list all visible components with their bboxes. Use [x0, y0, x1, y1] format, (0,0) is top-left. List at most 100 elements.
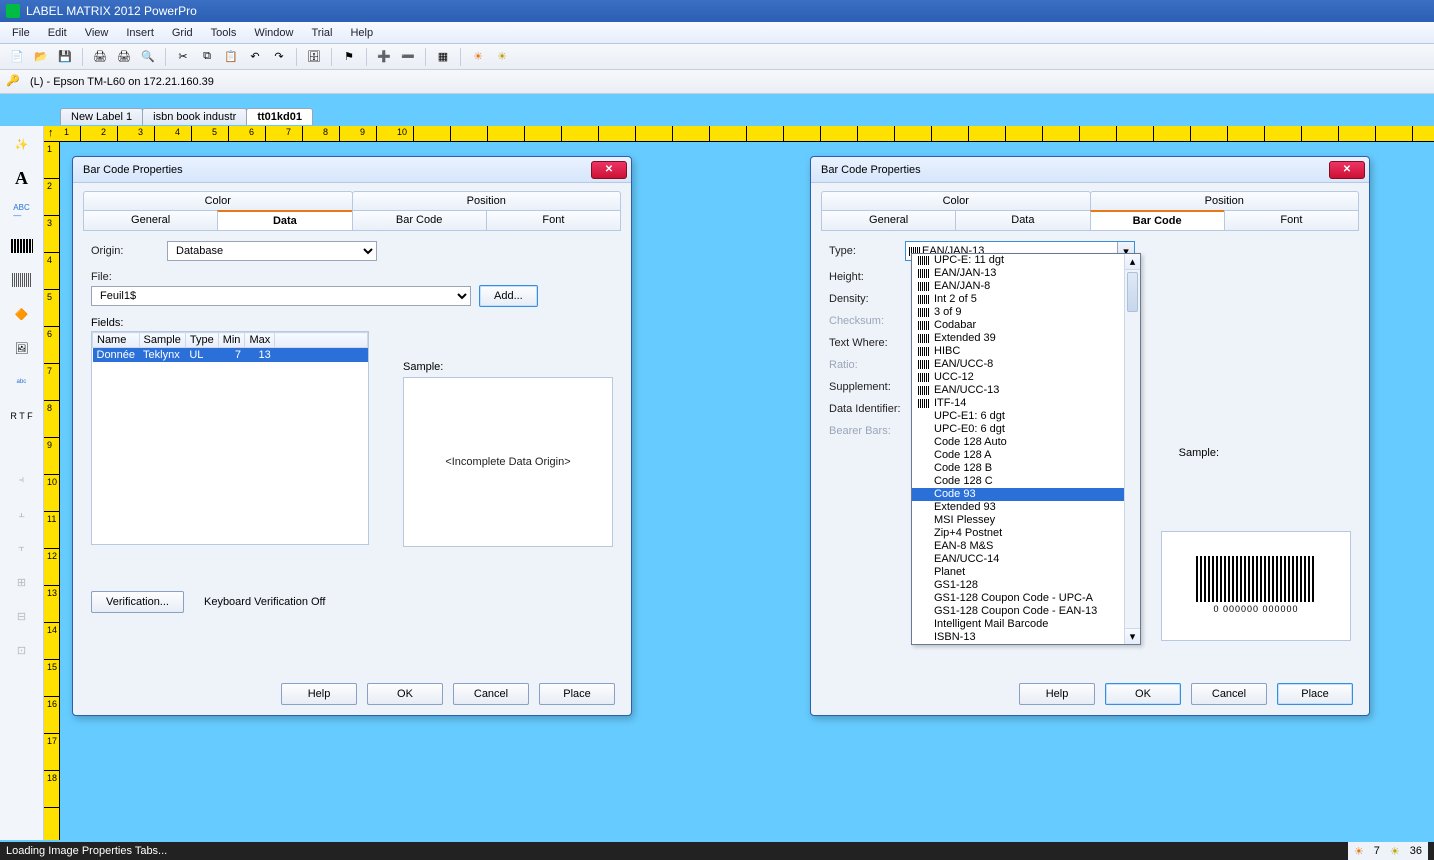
cancel-button[interactable]: Cancel	[453, 683, 529, 705]
dropdown-item[interactable]: GS1-128 Coupon Code - EAN-13	[912, 605, 1140, 618]
scroll-thumb[interactable]	[1127, 272, 1138, 312]
scroll-up-icon[interactable]: ▴	[1125, 254, 1140, 270]
tab-barcode[interactable]: Bar Code	[352, 210, 487, 231]
col-max[interactable]: Max	[245, 333, 275, 348]
close-button[interactable]: ✕	[1329, 161, 1365, 179]
dialog-titlebar[interactable]: Bar Code Properties ✕	[811, 157, 1369, 183]
cut-icon[interactable]: ✂	[172, 47, 194, 67]
dropdown-item[interactable]: Extended 93	[912, 501, 1140, 514]
dropdown-item[interactable]: EAN/JAN-13	[912, 267, 1140, 280]
sun-yellow-icon[interactable]: ☀	[491, 47, 513, 67]
dropdown-item[interactable]: EAN/JAN-8	[912, 280, 1140, 293]
menu-file[interactable]: File	[4, 25, 38, 41]
col-type[interactable]: Type	[185, 333, 218, 348]
ok-button[interactable]: OK	[1105, 683, 1181, 705]
scrollbar[interactable]: ▴ ▾	[1124, 254, 1140, 644]
dropdown-item[interactable]: Int 2 of 5	[912, 293, 1140, 306]
dialog-titlebar[interactable]: Bar Code Properties ✕	[73, 157, 631, 183]
dropdown-item[interactable]: 3 of 9	[912, 306, 1140, 319]
print-icon[interactable]: 🖨	[89, 47, 111, 67]
menu-help[interactable]: Help	[342, 25, 381, 41]
text-tool-icon[interactable]: A	[7, 166, 37, 190]
place-button[interactable]: Place	[1277, 683, 1353, 705]
fields-grid[interactable]: Name Sample Type Min Max Donnée Teklynx …	[91, 331, 369, 545]
dropdown-item[interactable]: UPC-E1: 6 dgt	[912, 410, 1140, 423]
menu-insert[interactable]: Insert	[118, 25, 162, 41]
print-preview-icon[interactable]: 🔍	[137, 47, 159, 67]
col-min[interactable]: Min	[218, 333, 245, 348]
paste-icon[interactable]: 📋	[220, 47, 242, 67]
tab-barcode[interactable]: Bar Code	[1090, 210, 1225, 231]
dropdown-item[interactable]: Extended 39	[912, 332, 1140, 345]
redo-icon[interactable]: ↷	[268, 47, 290, 67]
tab-position[interactable]: Position	[352, 191, 622, 210]
database-icon[interactable]: 🗄	[303, 47, 325, 67]
barcode-tool-icon[interactable]	[7, 234, 37, 258]
ok-button[interactable]: OK	[367, 683, 443, 705]
richtext-tool-icon[interactable]: ᵃᵇᶜ	[7, 370, 37, 394]
dropdown-item[interactable]: Code 93	[912, 488, 1140, 501]
tab-data[interactable]: Data	[955, 210, 1090, 231]
col-sample[interactable]: Sample	[139, 333, 185, 348]
copy-icon[interactable]: ⧉	[196, 47, 218, 67]
dropdown-item[interactable]: Intelligent Mail Barcode	[912, 618, 1140, 631]
dropdown-item[interactable]: Zip+4 Postnet	[912, 527, 1140, 540]
key-icon[interactable]: 🔑	[6, 74, 22, 90]
tab-font[interactable]: Font	[1224, 210, 1359, 231]
tab-position[interactable]: Position	[1090, 191, 1360, 210]
menu-edit[interactable]: Edit	[40, 25, 75, 41]
dropdown-item[interactable]: EAN/UCC-8	[912, 358, 1140, 371]
dropdown-item[interactable]: EAN/UCC-14	[912, 553, 1140, 566]
tab-data[interactable]: Data	[217, 210, 352, 231]
doc-tab-3[interactable]: tt01kd01	[246, 108, 313, 125]
grid-icon[interactable]: ▦	[432, 47, 454, 67]
dropdown-item[interactable]: ISBN-13	[912, 631, 1140, 644]
dropdown-item[interactable]: GS1-128	[912, 579, 1140, 592]
dropdown-item[interactable]: UCC-12	[912, 371, 1140, 384]
wizard-icon[interactable]: ✨	[7, 132, 37, 156]
dropdown-item[interactable]: HIBC	[912, 345, 1140, 358]
dropdown-item[interactable]: MSI Plessey	[912, 514, 1140, 527]
zoom-out-icon[interactable]: ➖	[397, 47, 419, 67]
barcode2d-tool-icon[interactable]	[7, 268, 37, 292]
undo-icon[interactable]: ↶	[244, 47, 266, 67]
tab-font[interactable]: Font	[486, 210, 621, 231]
menu-view[interactable]: View	[77, 25, 117, 41]
dropdown-item[interactable]: Code 128 B	[912, 462, 1140, 475]
shape-tool-icon[interactable]: 🔶	[7, 302, 37, 326]
type-dropdown-list[interactable]: UPC-E: 11 dgtEAN/JAN-13EAN/JAN-8Int 2 of…	[911, 253, 1141, 645]
print-batch-icon[interactable]: 🖨	[113, 47, 135, 67]
tab-general[interactable]: General	[821, 210, 956, 231]
close-button[interactable]: ✕	[591, 161, 627, 179]
dropdown-item[interactable]: Code 128 Auto	[912, 436, 1140, 449]
dropdown-item[interactable]: Code 128 C	[912, 475, 1140, 488]
menu-trial[interactable]: Trial	[303, 25, 340, 41]
zoom-in-icon[interactable]: ➕	[373, 47, 395, 67]
tab-general[interactable]: General	[83, 210, 218, 231]
place-button[interactable]: Place	[539, 683, 615, 705]
origin-select[interactable]: Database	[167, 241, 377, 261]
scroll-down-icon[interactable]: ▾	[1125, 628, 1140, 644]
verification-button[interactable]: Verification...	[91, 591, 184, 613]
dropdown-item[interactable]: UPC-E0: 6 dgt	[912, 423, 1140, 436]
doc-tab-2[interactable]: isbn book industr	[142, 108, 247, 125]
flag-icon[interactable]: ⚑	[338, 47, 360, 67]
dropdown-item[interactable]: Planet	[912, 566, 1140, 579]
paragraph-tool-icon[interactable]: ABC—	[7, 200, 37, 224]
dropdown-item[interactable]: Codabar	[912, 319, 1140, 332]
dropdown-item[interactable]: EAN/UCC-13	[912, 384, 1140, 397]
tab-color[interactable]: Color	[821, 191, 1091, 210]
help-button[interactable]: Help	[281, 683, 357, 705]
table-row[interactable]: Donnée Teklynx UL 7 13	[93, 348, 368, 363]
dropdown-item[interactable]: EAN-8 M&S	[912, 540, 1140, 553]
new-icon[interactable]: 📄	[6, 47, 28, 67]
dropdown-item[interactable]: GS1-128 Coupon Code - UPC-A	[912, 592, 1140, 605]
menu-window[interactable]: Window	[246, 25, 301, 41]
dropdown-item[interactable]: ITF-14	[912, 397, 1140, 410]
file-select[interactable]: Feuil1$	[91, 286, 471, 306]
sun-red-icon[interactable]: ☀	[467, 47, 489, 67]
menu-grid[interactable]: Grid	[164, 25, 201, 41]
dropdown-item[interactable]: UPC-E: 11 dgt	[912, 254, 1140, 267]
col-name[interactable]: Name	[93, 333, 140, 348]
add-button[interactable]: Add...	[479, 285, 538, 307]
